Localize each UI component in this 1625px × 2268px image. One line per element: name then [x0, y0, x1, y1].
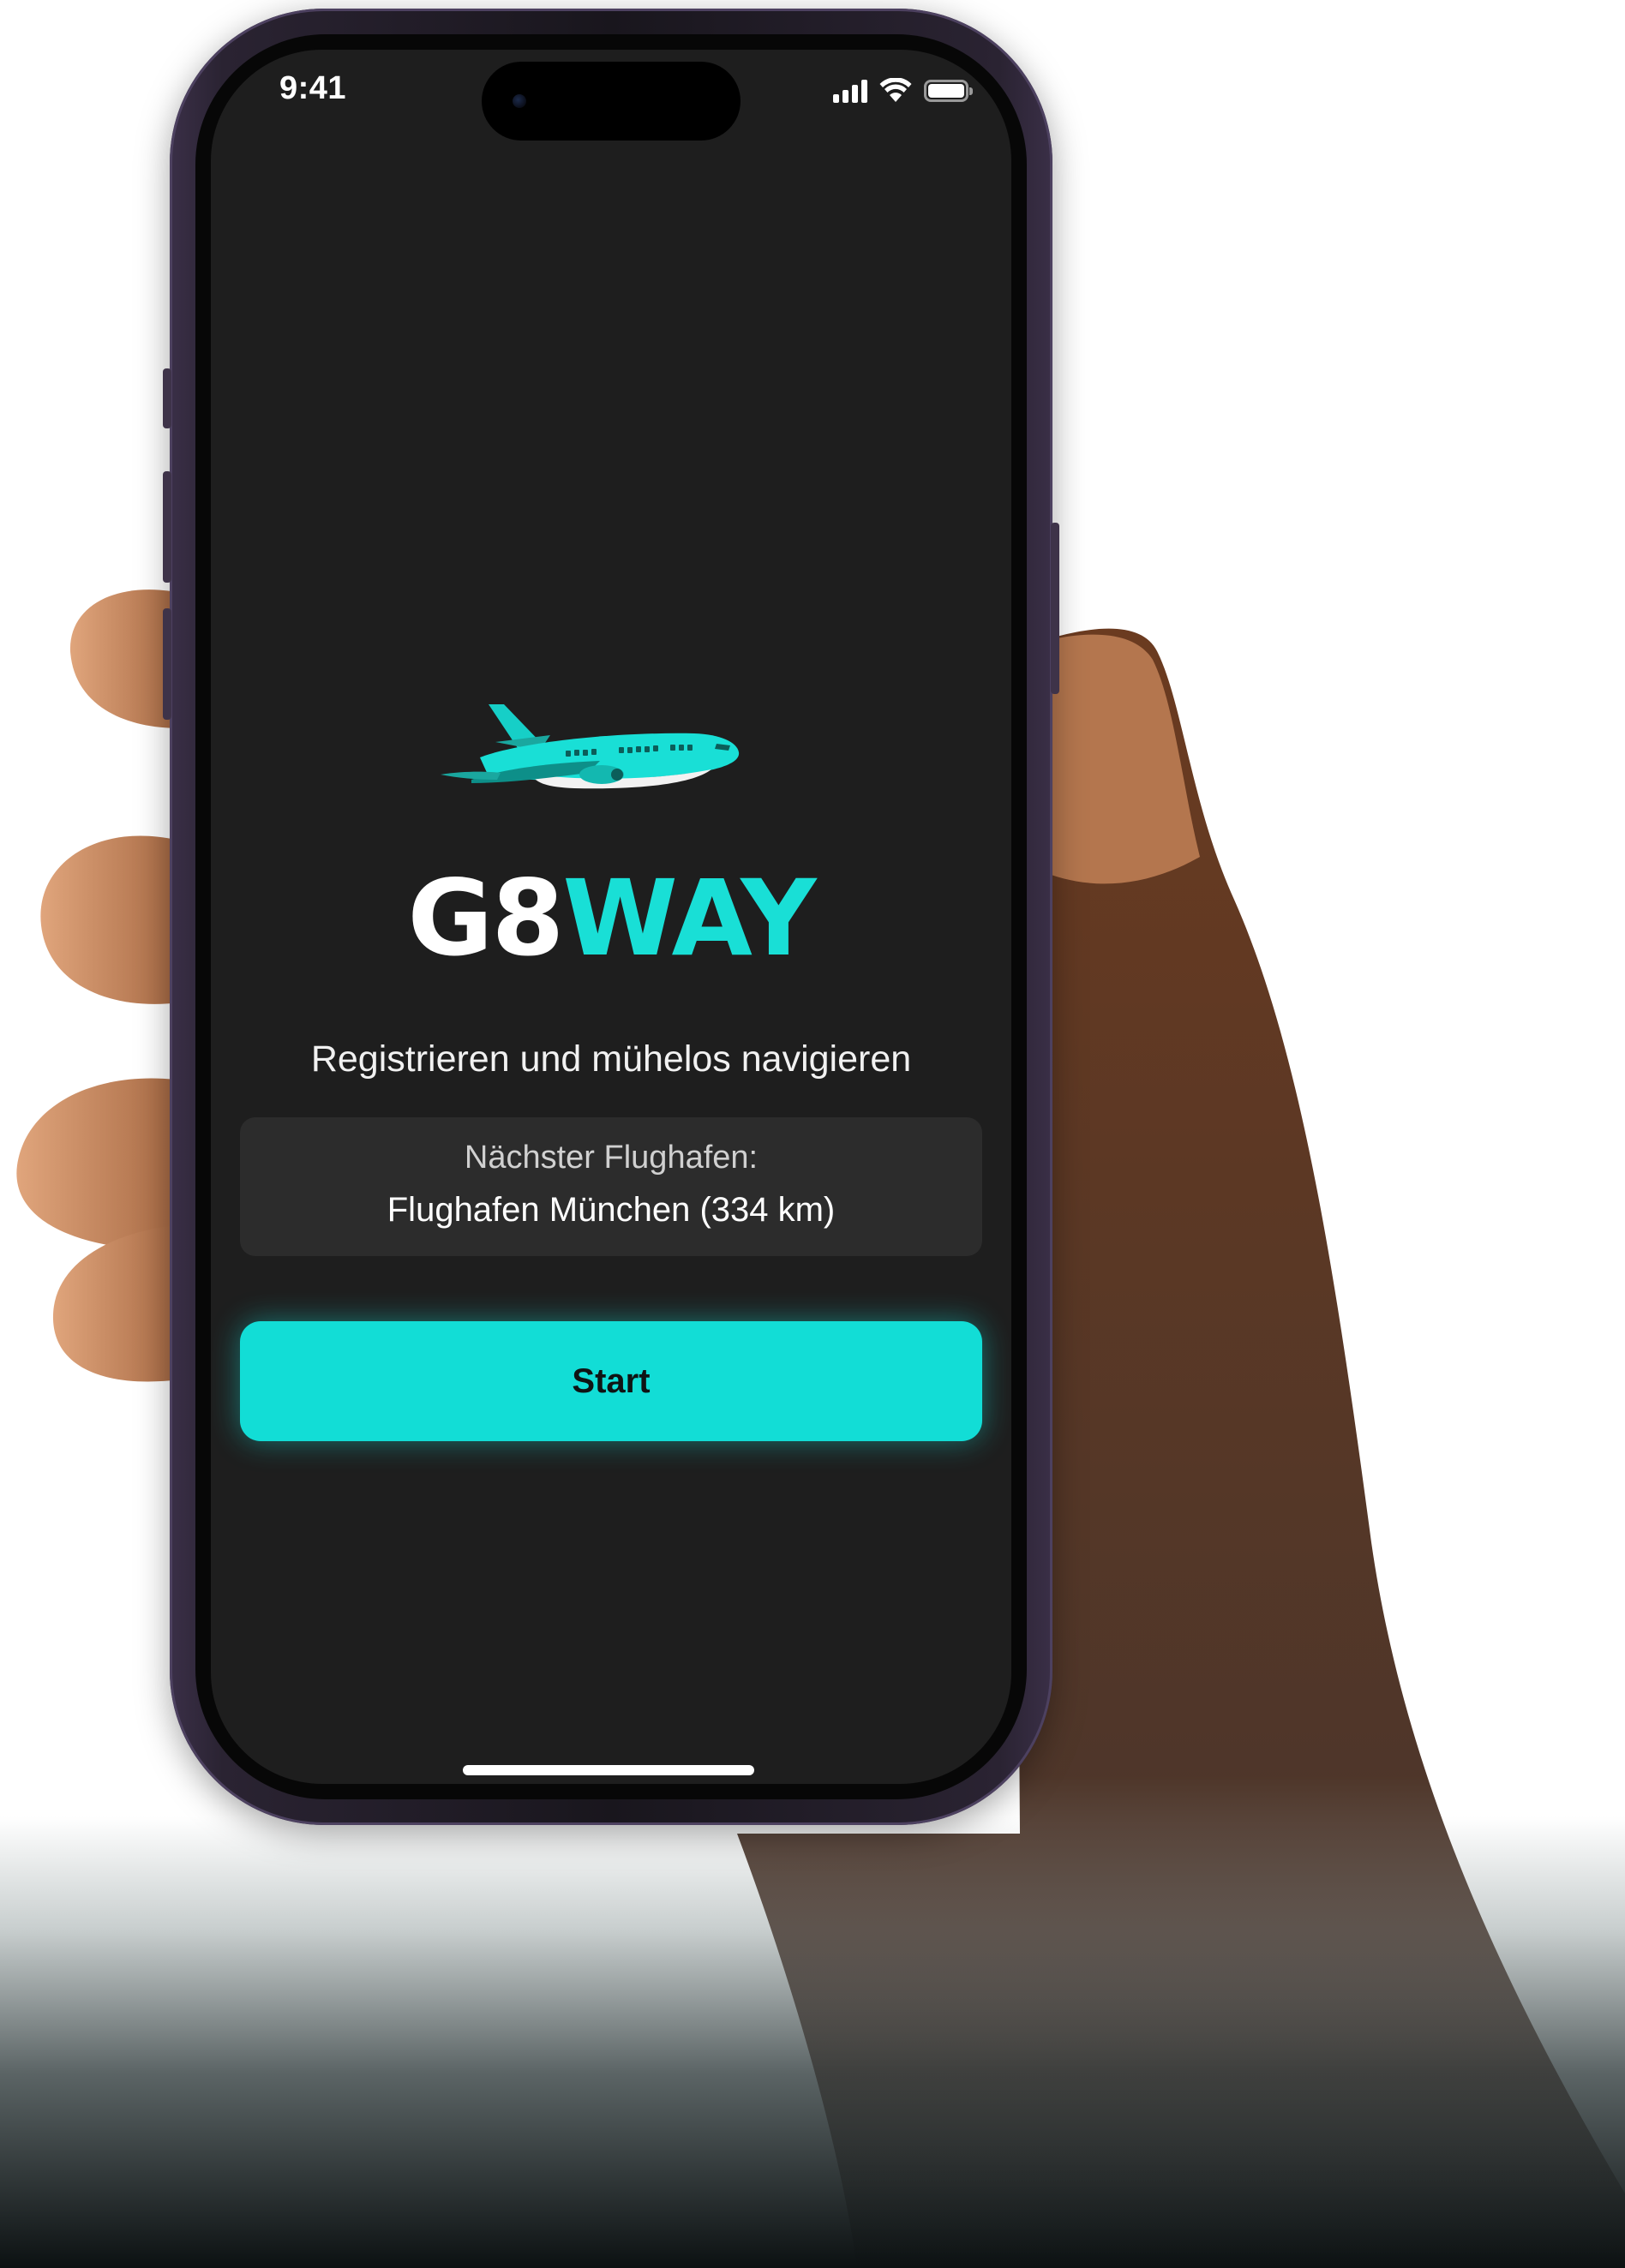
app-logo: G8WAY — [211, 859, 1011, 978]
phone-frame: 9:41 G8WAY Registrieren und mühelos navi… — [163, 9, 1059, 1825]
power-button — [1051, 523, 1059, 694]
wifi-icon — [879, 78, 912, 102]
status-time: 9:41 — [279, 70, 347, 106]
start-button[interactable]: Start — [240, 1321, 982, 1441]
volume-up-button — [163, 471, 171, 583]
nearest-airport-label: Nächster Flughafen: — [464, 1140, 759, 1176]
app-screen: 9:41 G8WAY Registrieren und mühelos navi… — [211, 50, 1011, 1784]
nearest-airport-value: Flughafen München (334 km) — [387, 1191, 836, 1229]
finger-4 — [52, 1225, 180, 1382]
finger-3 — [16, 1078, 181, 1251]
status-icons — [833, 74, 973, 108]
nearest-airport-card: Nächster Flughafen: Flughafen München (3… — [240, 1117, 982, 1256]
cellular-signal-icon — [833, 79, 867, 103]
subtitle: Registrieren und mühelos navigieren — [310, 1038, 912, 1080]
front-camera — [513, 94, 526, 108]
battery-icon — [924, 80, 973, 102]
dynamic-island — [482, 62, 741, 141]
volume-down-button — [163, 608, 171, 720]
logo-part-g8: G8 — [407, 858, 564, 979]
finger-2 — [40, 835, 180, 1004]
action-button — [163, 368, 171, 428]
battery-fill — [928, 84, 964, 98]
airplane-icon — [441, 704, 740, 789]
logo-part-way: WAY — [562, 858, 816, 979]
home-indicator[interactable] — [463, 1765, 754, 1775]
